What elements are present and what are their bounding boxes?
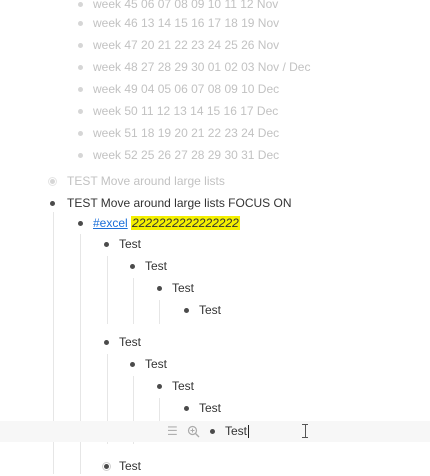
bullet-icon[interactable] — [78, 109, 83, 114]
bullet-icon[interactable] — [130, 264, 135, 269]
list-item-label: Test — [172, 281, 195, 295]
indent-guide — [133, 278, 134, 324]
list-item-label: Test — [119, 237, 142, 251]
bullet-icon[interactable] — [78, 21, 83, 26]
week-item-label: week 52 25 26 27 28 29 30 31 Dec — [93, 148, 280, 162]
mouse-text-cursor — [302, 424, 308, 438]
bullet-icon[interactable] — [78, 131, 83, 136]
list-item-label: Test — [172, 379, 195, 393]
list-item-label: Test — [145, 259, 168, 273]
bullet-icon[interactable] — [157, 384, 162, 389]
week-item-label: week 46 13 14 15 16 17 18 19 Nov — [93, 16, 280, 30]
list-item-label: TEST Move around large lists — [67, 174, 225, 188]
highlighted-text: 2222222222222222 — [131, 216, 240, 230]
week-item-label: week 51 18 19 20 21 22 23 24 Dec — [93, 126, 280, 140]
week-item-label: week 49 04 05 06 07 08 09 10 Dec — [93, 82, 280, 96]
bullet-icon[interactable] — [50, 179, 55, 184]
bullet-icon[interactable] — [104, 340, 109, 345]
bullet-icon[interactable] — [78, 43, 83, 48]
indent-guide — [107, 256, 108, 324]
indent-guide — [159, 398, 160, 422]
bullet-icon[interactable] — [104, 242, 109, 247]
list-item-label: Test — [199, 401, 222, 415]
bullet-icon[interactable] — [184, 406, 189, 411]
text-caret — [248, 425, 250, 439]
list-item-label: Test — [119, 459, 142, 473]
bullet-icon[interactable] — [184, 308, 189, 313]
bullet-icon[interactable] — [78, 153, 83, 158]
bullet-icon[interactable] — [210, 429, 215, 434]
bullet-icon[interactable] — [78, 2, 83, 7]
list-item-label: Test — [145, 357, 168, 371]
week-item-label: week 47 20 21 22 23 24 25 26 Nov — [93, 38, 280, 52]
bullet-icon[interactable] — [78, 87, 83, 92]
bullet-icon[interactable] — [78, 221, 83, 226]
bullet-icon[interactable] — [50, 201, 55, 206]
bullet-icon[interactable] — [78, 65, 83, 70]
indent-guide — [159, 300, 160, 324]
list-item-label: Test — [119, 335, 142, 349]
bullet-icon[interactable] — [104, 464, 109, 469]
editing-row[interactable]: ☰ Test — [0, 421, 430, 442]
week-item-label: week 48 27 28 29 30 01 02 03 Nov / Dec — [93, 60, 311, 74]
zoom-icon[interactable] — [187, 421, 200, 442]
bullet-icon[interactable] — [157, 286, 162, 291]
week-item-label: week 45 06 07 08 09 10 11 12 Nov — [93, 0, 279, 11]
week-item-label: week 50 11 12 13 14 15 16 17 Dec — [93, 104, 279, 118]
list-item-label: TEST Move around large lists FOCUS ON — [67, 196, 292, 210]
drag-handle-icon[interactable]: ☰ — [167, 421, 178, 442]
bullet-icon[interactable] — [130, 362, 135, 367]
editing-item-text[interactable]: Test — [225, 424, 247, 438]
excel-tag-link[interactable]: #excel — [93, 216, 128, 230]
list-item-label: Test — [199, 303, 222, 317]
